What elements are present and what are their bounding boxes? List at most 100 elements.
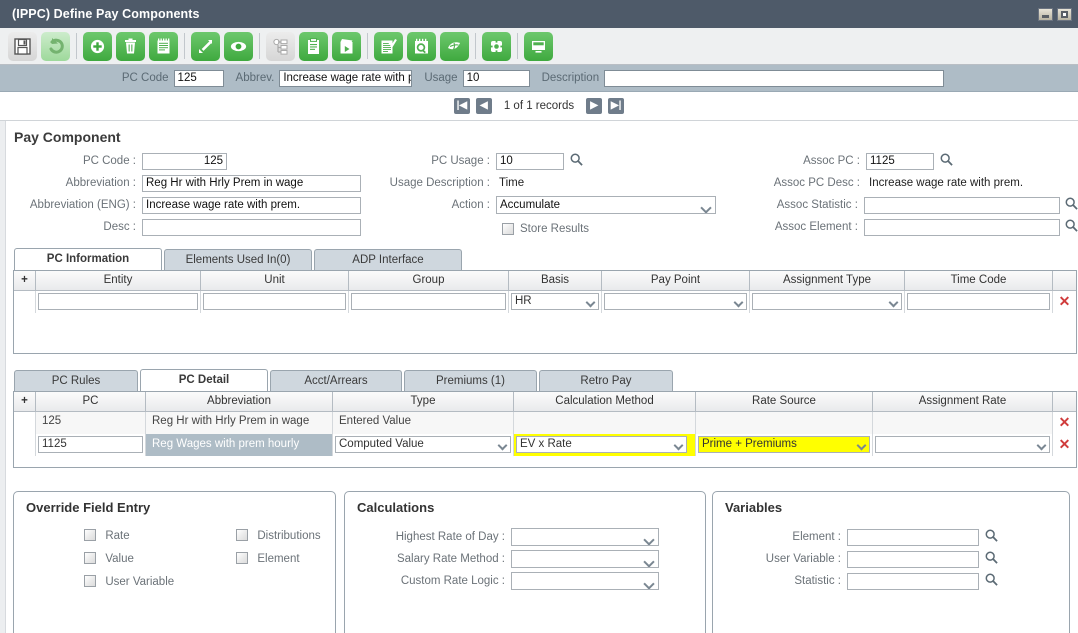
checkbox-rate[interactable] (84, 529, 96, 541)
column-header-assignment-rate[interactable]: Assignment Rate (873, 392, 1053, 412)
column-header-type[interactable]: Type (333, 392, 514, 412)
minimize-button[interactable] (1038, 7, 1053, 21)
row-selector-cell[interactable] (14, 412, 36, 434)
abbreviation-eng-field[interactable]: Increase wage rate with prem. (142, 196, 361, 214)
column-header-assignment-type[interactable]: Assignment Type (750, 271, 905, 291)
pc-usage-lookup-icon[interactable] (570, 153, 583, 169)
delete-row-button[interactable]: ✕ (1053, 291, 1076, 313)
delete-row-button[interactable]: ✕ (1053, 434, 1076, 456)
unit-field[interactable] (203, 293, 346, 310)
column-header-rate-source[interactable]: Rate Source (696, 392, 873, 412)
column-header-basis[interactable]: Basis (509, 271, 602, 291)
report-button[interactable] (374, 31, 403, 61)
filter-abbrev-input[interactable]: Increase wage rate with p (279, 69, 413, 87)
pc-code-field[interactable]: 125 (142, 152, 227, 170)
filter-usage-label: Usage (424, 72, 458, 84)
previous-record-button[interactable]: ◀ (475, 98, 492, 114)
highest-rate-of-day-select[interactable] (511, 528, 659, 546)
save-button[interactable] (8, 31, 37, 61)
checkbox-element[interactable] (236, 552, 248, 564)
time-code-field[interactable] (907, 293, 1050, 310)
pc-field[interactable]: 1125 (38, 436, 143, 453)
filter-pc-code-input[interactable]: 125 (173, 69, 224, 87)
action-select[interactable]: Accumulate (496, 196, 716, 214)
row-selector-cell[interactable] (14, 434, 36, 456)
salary-rate-method-select[interactable] (511, 550, 659, 568)
tab-pc-detail-rules[interactable]: PC Detail Rules(2) (140, 369, 268, 407)
column-header-calculation-method[interactable]: Calculation Method (514, 392, 696, 412)
column-header-pc[interactable]: PC (36, 392, 146, 412)
abbreviation-field[interactable]: Reg Hr with Hrly Prem in wage (142, 174, 361, 192)
tab-premiums[interactable]: Premiums (1) (404, 370, 537, 391)
assoc-pc-lookup-icon[interactable] (940, 153, 953, 169)
settings-button[interactable] (482, 31, 511, 61)
rate-source-select[interactable]: Prime + Premiums (698, 436, 870, 453)
basis-select[interactable]: HR (511, 293, 599, 310)
view-button[interactable] (224, 31, 253, 61)
table-row[interactable]: 1125 Reg Wages with prem hourly Computed… (14, 434, 1076, 456)
history-button[interactable] (407, 31, 436, 61)
tab-pc-rules[interactable]: PC Rules (14, 370, 138, 391)
variables-statistic-lookup-icon[interactable] (985, 573, 998, 589)
entity-field[interactable] (38, 293, 198, 310)
type-select[interactable]: Computed Value (335, 436, 511, 453)
variables-statistic-field[interactable] (847, 572, 979, 590)
column-header-unit[interactable]: Unit (201, 271, 349, 291)
assoc-statistic-field[interactable] (863, 196, 1060, 214)
table-row[interactable]: 125 Reg Hr with Hrly Prem in wage Entere… (14, 412, 1076, 434)
expand-button[interactable] (191, 31, 220, 61)
column-header-time-code[interactable]: Time Code (905, 271, 1053, 291)
toolbar-separator (517, 33, 518, 59)
filter-description-input[interactable] (604, 69, 945, 87)
custom-rate-logic-select[interactable] (511, 572, 659, 590)
pc-usage-label: PC Usage : (431, 155, 490, 167)
column-header-group[interactable]: Group (349, 271, 509, 291)
variables-user-variable-field[interactable] (847, 550, 979, 568)
checkbox-value[interactable] (84, 552, 96, 564)
calculation-method-select[interactable]: EV x Rate (516, 436, 687, 453)
tab-elements-used-in[interactable]: Elements Used In(0) (164, 249, 312, 270)
row-selector-cell[interactable] (14, 291, 36, 313)
table-row[interactable]: HR ✕ (14, 291, 1076, 313)
filter-usage-input[interactable]: 10 (462, 69, 530, 87)
add-detail-row-button[interactable]: + (14, 392, 36, 412)
undo-button[interactable] (41, 31, 70, 61)
tab-acct-arrears[interactable]: Acct/Arrears (270, 370, 402, 391)
add-row-button[interactable]: + (14, 271, 36, 291)
org-chart-button[interactable] (266, 31, 295, 61)
tab-adp-interface[interactable]: ADP Interface (314, 249, 462, 270)
assoc-statistic-lookup-icon[interactable] (1065, 197, 1078, 213)
pc-usage-field[interactable]: 10 (496, 152, 564, 170)
checkbox-user-variable[interactable] (84, 575, 96, 587)
checkbox-distributions[interactable] (236, 529, 248, 541)
delete-button[interactable] (116, 31, 145, 61)
assoc-element-lookup-icon[interactable] (1065, 219, 1078, 235)
delete-row-button[interactable]: ✕ (1053, 412, 1076, 434)
notes-button[interactable] (149, 31, 178, 61)
globe-button[interactable] (440, 31, 469, 61)
group-field[interactable] (351, 293, 506, 310)
assoc-pc-field[interactable]: 1125 (866, 152, 934, 170)
maximize-button[interactable] (1057, 7, 1072, 21)
pay-point-select[interactable] (604, 293, 747, 310)
desc-field[interactable] (142, 218, 361, 236)
assignment-rate-select[interactable] (875, 436, 1050, 453)
column-header-abbreviation[interactable]: Abbreviation (146, 392, 333, 412)
last-record-button[interactable]: ▶| (608, 98, 625, 114)
assoc-element-field[interactable] (863, 218, 1060, 236)
monitor-button[interactable] (524, 31, 553, 61)
variables-element-field[interactable] (847, 528, 979, 546)
column-header-pay-point[interactable]: Pay Point (602, 271, 750, 291)
tab-retro-pay[interactable]: Retro Pay (539, 370, 673, 391)
clipboard-play-button[interactable] (332, 31, 361, 61)
tab-pc-information[interactable]: PC Information (14, 248, 162, 270)
variables-element-lookup-icon[interactable] (985, 529, 998, 545)
column-header-entity[interactable]: Entity (36, 271, 201, 291)
next-record-button[interactable]: ▶ (586, 98, 603, 114)
clipboard-button[interactable] (299, 31, 328, 61)
first-record-button[interactable]: |◀ (453, 98, 470, 114)
variables-user-variable-lookup-icon[interactable] (985, 551, 998, 567)
store-results-checkbox[interactable] (502, 223, 514, 235)
assignment-type-select[interactable] (752, 293, 902, 310)
add-button[interactable] (83, 31, 112, 61)
